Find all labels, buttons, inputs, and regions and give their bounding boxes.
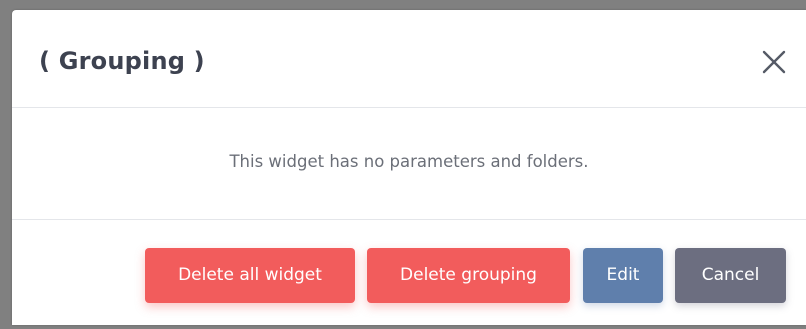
grouping-dialog: ( Grouping ) This widget has no paramete… bbox=[12, 10, 806, 325]
close-button[interactable] bbox=[760, 48, 788, 76]
dialog-body: This widget has no parameters and folder… bbox=[12, 108, 806, 220]
delete-all-widget-button[interactable]: Delete all widget bbox=[145, 248, 355, 303]
delete-grouping-button[interactable]: Delete grouping bbox=[367, 248, 570, 303]
edit-button[interactable]: Edit bbox=[583, 248, 663, 303]
backdrop: ( Grouping ) This widget has no paramete… bbox=[0, 0, 806, 329]
dialog-header: ( Grouping ) bbox=[12, 10, 806, 108]
cancel-button[interactable]: Cancel bbox=[675, 248, 786, 303]
dialog-title: ( Grouping ) bbox=[39, 47, 205, 75]
close-icon bbox=[762, 50, 786, 74]
empty-state-message: This widget has no parameters and folder… bbox=[229, 152, 589, 171]
